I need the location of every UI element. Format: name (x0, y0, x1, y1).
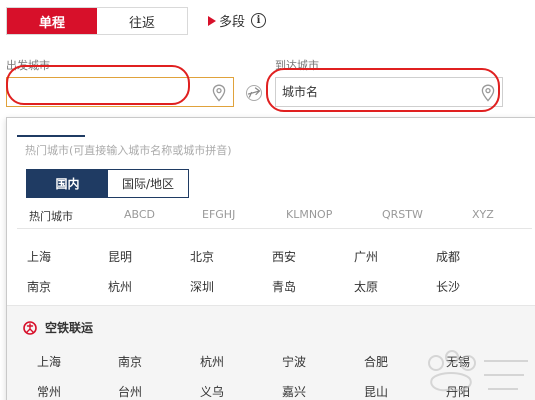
letter-tabs-divider (17, 228, 532, 229)
multi-city-label: 多段 (219, 15, 246, 30)
tab-domestic[interactable]: 国内 (27, 170, 108, 197)
city-item[interactable]: 广州 (354, 248, 378, 265)
info-icon[interactable]: i (251, 13, 267, 28)
air-rail-title-label: 空铁联运 (45, 321, 94, 335)
tab-one-way[interactable]: 单程 (7, 8, 97, 34)
city-item[interactable]: 西安 (272, 248, 296, 265)
letter-tabs: 热门城市 ABCD EFGHJ KLMNOP QRSTW XYZ (17, 208, 517, 228)
active-tab-underline (17, 135, 85, 137)
rail-city-item[interactable]: 上海 (37, 353, 61, 370)
city-item[interactable]: 青岛 (272, 278, 296, 295)
city-item[interactable]: 昆明 (108, 248, 132, 265)
rail-city-item[interactable]: 丹阳 (446, 383, 470, 400)
location-pin-icon (481, 84, 495, 102)
tab-klmnop[interactable]: KLMNOP (286, 208, 332, 221)
city-picker-panel: 热门城市(可直接输入城市名称或城市拼音) 国内 国际/地区 热门城市 ABCD … (6, 117, 535, 400)
trip-type-tabs: 单程 往返 (6, 7, 188, 35)
tab-international[interactable]: 国际/地区 (108, 170, 188, 197)
departure-city-field[interactable] (6, 77, 234, 107)
rail-city-item[interactable]: 合肥 (364, 353, 388, 370)
tab-hot-cities[interactable]: 热门城市 (29, 208, 73, 224)
city-item[interactable]: 上海 (27, 248, 51, 265)
tab-abcd[interactable]: ABCD (124, 208, 155, 221)
rail-city-item[interactable]: 常州 (37, 383, 61, 400)
multi-city-link[interactable]: 多段 i (208, 11, 267, 30)
triangle-right-icon (208, 15, 216, 26)
rail-city-item[interactable]: 杭州 (200, 353, 224, 370)
arrival-city-field[interactable] (275, 77, 503, 107)
location-pin-icon (212, 84, 226, 102)
air-rail-title: 空铁联运 (23, 319, 93, 336)
departure-city-label: 出发城市 (6, 59, 50, 72)
city-item[interactable]: 成都 (436, 248, 460, 265)
swap-plane-icon[interactable] (245, 84, 263, 102)
city-item[interactable]: 深圳 (190, 278, 214, 295)
hot-city-hint: 热门城市(可直接输入城市名称或城市拼音) (25, 144, 232, 157)
air-rail-section: 空铁联运 上海 南京 杭州 宁波 合肥 无锡 常州 台州 义乌 嘉兴 昆山 丹阳 (7, 305, 535, 400)
arrival-city-label: 到达城市 (275, 59, 319, 72)
rail-city-item[interactable]: 昆山 (364, 383, 388, 400)
city-item[interactable]: 太原 (354, 278, 378, 295)
departure-city-input[interactable] (7, 78, 197, 106)
rail-city-item[interactable]: 无锡 (446, 353, 470, 370)
tab-xyz[interactable]: XYZ (472, 208, 494, 221)
arrival-city-input[interactable] (276, 78, 466, 106)
rail-city-item[interactable]: 南京 (118, 353, 142, 370)
tab-efghj[interactable]: EFGHJ (202, 208, 235, 221)
tab-qrstw[interactable]: QRSTW (382, 208, 423, 221)
rail-city-item[interactable]: 台州 (118, 383, 142, 400)
city-item[interactable]: 南京 (27, 278, 51, 295)
railway-logo-icon (23, 320, 37, 335)
rail-city-item[interactable]: 义乌 (200, 383, 224, 400)
region-tabs: 国内 国际/地区 (26, 169, 189, 198)
rail-city-item[interactable]: 宁波 (282, 353, 306, 370)
rail-city-item[interactable]: 嘉兴 (282, 383, 306, 400)
city-item[interactable]: 长沙 (436, 278, 460, 295)
city-item[interactable]: 杭州 (108, 278, 132, 295)
city-item[interactable]: 北京 (190, 248, 214, 265)
tab-round-trip[interactable]: 往返 (97, 8, 187, 34)
